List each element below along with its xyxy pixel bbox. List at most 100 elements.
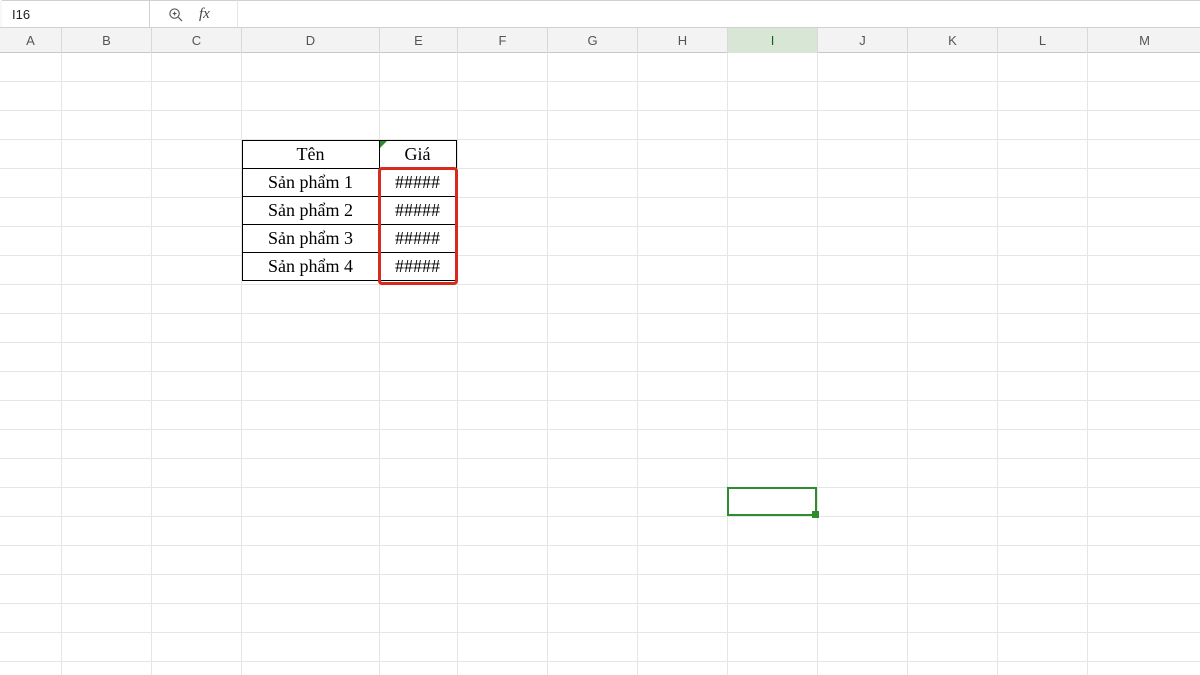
cell[interactable] [638,140,728,169]
cell[interactable] [0,662,62,675]
cell[interactable] [62,662,152,675]
cell[interactable] [0,256,62,285]
cell[interactable] [638,169,728,198]
column-header-B[interactable]: B [62,28,152,53]
cell[interactable] [242,285,380,314]
cell[interactable] [818,604,908,633]
cell[interactable] [458,82,548,111]
cell[interactable] [818,285,908,314]
cell[interactable] [380,517,458,546]
column-header-I[interactable]: I [728,28,818,53]
cell[interactable] [380,430,458,459]
cell[interactable] [62,82,152,111]
cell[interactable] [908,285,998,314]
table-header-cell[interactable]: Giá [379,140,457,169]
cell[interactable] [242,82,380,111]
cell[interactable] [0,285,62,314]
cell[interactable] [62,633,152,662]
cell[interactable] [998,227,1088,256]
cell[interactable] [638,430,728,459]
cell[interactable] [458,633,548,662]
cell[interactable] [728,140,818,169]
cell[interactable] [0,169,62,198]
cell[interactable] [908,111,998,140]
spreadsheet-grid[interactable]: ABCDEFGHIJKLM TênGiáSản phẩm 1#####Sản p… [0,28,1200,675]
cell[interactable] [242,430,380,459]
cell[interactable] [818,546,908,575]
cell[interactable] [548,198,638,227]
cell[interactable] [152,343,242,372]
cell[interactable] [728,604,818,633]
cell[interactable] [548,604,638,633]
cell[interactable] [152,459,242,488]
cell[interactable] [62,575,152,604]
cell[interactable] [152,111,242,140]
cell[interactable] [0,604,62,633]
cell[interactable] [818,256,908,285]
cell[interactable] [728,517,818,546]
cell[interactable] [728,459,818,488]
cell[interactable] [638,459,728,488]
cell[interactable] [242,517,380,546]
cell[interactable] [548,53,638,82]
cell[interactable] [458,604,548,633]
cell[interactable] [0,343,62,372]
cell[interactable] [548,488,638,517]
cell[interactable] [908,604,998,633]
cell[interactable] [638,401,728,430]
cell[interactable] [998,459,1088,488]
cell[interactable] [998,575,1088,604]
table-cell[interactable]: Sản phẩm 1 [242,168,380,197]
cell[interactable] [458,488,548,517]
cell[interactable] [62,111,152,140]
cell[interactable] [1088,517,1200,546]
cell[interactable] [62,227,152,256]
cell[interactable] [458,227,548,256]
cell[interactable] [62,169,152,198]
cell[interactable] [818,575,908,604]
cell[interactable] [548,517,638,546]
cell[interactable] [62,517,152,546]
cell[interactable] [152,82,242,111]
cell[interactable] [62,140,152,169]
cell[interactable] [908,53,998,82]
cell[interactable] [548,459,638,488]
cell[interactable] [152,198,242,227]
cell[interactable] [62,459,152,488]
cell[interactable] [380,401,458,430]
cell[interactable] [458,111,548,140]
cell[interactable] [998,633,1088,662]
cell[interactable] [0,401,62,430]
cell[interactable] [638,575,728,604]
cell[interactable] [458,169,548,198]
cell[interactable] [152,488,242,517]
cell[interactable] [1088,111,1200,140]
cell[interactable] [380,111,458,140]
cell[interactable] [0,633,62,662]
cell[interactable] [548,169,638,198]
cell[interactable] [242,314,380,343]
table-cell[interactable]: Sản phẩm 3 [242,224,380,253]
cell[interactable] [1088,372,1200,401]
cell[interactable] [638,82,728,111]
cell[interactable] [908,82,998,111]
cell[interactable] [818,82,908,111]
cell[interactable] [818,662,908,675]
cell[interactable] [998,430,1088,459]
cell[interactable] [1088,633,1200,662]
cell[interactable] [548,343,638,372]
cell[interactable] [818,401,908,430]
table-cell[interactable]: ##### [379,252,457,281]
cell[interactable] [152,430,242,459]
cell[interactable] [458,546,548,575]
cell[interactable] [908,256,998,285]
cell[interactable] [242,401,380,430]
cell[interactable] [380,604,458,633]
cell[interactable] [458,430,548,459]
table-cell[interactable]: Sản phẩm 2 [242,196,380,225]
cell[interactable] [1088,285,1200,314]
cell[interactable] [998,546,1088,575]
cell[interactable] [1088,53,1200,82]
cell[interactable] [62,401,152,430]
cell[interactable] [728,256,818,285]
